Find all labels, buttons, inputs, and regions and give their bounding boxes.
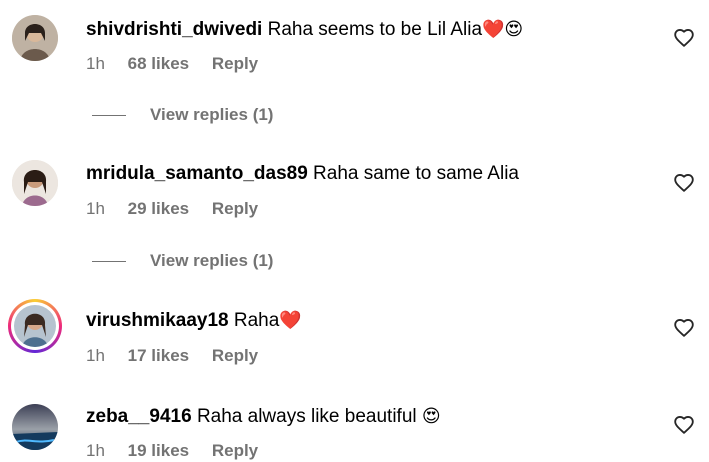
avatar-image — [12, 160, 58, 206]
avatar-with-story-ring[interactable] — [8, 299, 62, 353]
view-replies-button[interactable]: View replies (1) — [92, 250, 273, 272]
heart-outline-icon[interactable] — [673, 172, 695, 194]
comment-emoji: 😍 — [421, 406, 441, 426]
comment-time: 1h — [86, 441, 105, 460]
heart-outline-icon[interactable] — [673, 27, 695, 49]
comment-text: Raha same to same Alia — [313, 163, 519, 184]
comment-text: Raha seems to be Lil Alia — [267, 19, 483, 40]
comment-time: 1h — [86, 346, 105, 365]
comment-text: Raha always like beautiful — [196, 406, 417, 427]
comment-meta: 1h 19 likes Reply — [86, 440, 276, 462]
comment-time: 1h — [86, 54, 105, 73]
reply-button[interactable]: Reply — [212, 346, 258, 365]
replies-divider — [92, 261, 126, 263]
comment-item: shivdrishti_dwivedi Raha seems to be Lil… — [0, 0, 709, 145]
comment-meta: 1h 29 likes Reply — [86, 198, 276, 220]
view-replies-label: View replies (1) — [150, 251, 274, 270]
reply-button[interactable]: Reply — [212, 199, 258, 218]
avatar[interactable] — [12, 404, 58, 450]
comment-meta: 1h 68 likes Reply — [86, 53, 276, 75]
comment-item: virushmikaay18 Raha❤️ 1h 17 likes Reply — [0, 290, 709, 390]
comment-emoji: ❤️😍 — [482, 19, 524, 39]
view-replies-button[interactable]: View replies (1) — [92, 104, 273, 126]
reply-button[interactable]: Reply — [212, 441, 258, 460]
comment-meta: 1h 17 likes Reply — [86, 345, 276, 367]
comment-likes[interactable]: 17 likes — [128, 346, 189, 365]
replies-divider — [92, 115, 126, 117]
comment-username[interactable]: mridula_samanto_das89 — [86, 163, 308, 184]
comment-username[interactable]: shivdrishti_dwivedi — [86, 19, 262, 40]
heart-outline-icon[interactable] — [673, 414, 695, 436]
heart-outline-icon[interactable] — [673, 317, 695, 339]
avatar[interactable] — [12, 15, 58, 61]
view-replies-label: View replies (1) — [150, 105, 274, 124]
comment-username[interactable]: virushmikaay18 — [86, 310, 229, 331]
comment-likes[interactable]: 29 likes — [128, 199, 189, 218]
comment-line: virushmikaay18 Raha❤️ — [86, 308, 302, 333]
comment-line: mridula_samanto_das89 Raha same to same … — [86, 162, 519, 186]
comment-item: mridula_samanto_das89 Raha same to same … — [0, 145, 709, 290]
comment-text: Raha — [233, 310, 280, 331]
comment-line: zeba__9416 Raha always like beautiful 😍 — [86, 404, 441, 429]
comment-emoji: ❤️ — [279, 310, 302, 330]
comment-time: 1h — [86, 199, 105, 218]
comment-item: zeba__9416 Raha always like beautiful 😍 … — [0, 390, 709, 460]
reply-button[interactable]: Reply — [212, 54, 258, 73]
avatar[interactable] — [12, 160, 58, 206]
avatar-image — [12, 15, 58, 61]
avatar-image — [14, 305, 56, 347]
comment-username[interactable]: zeba__9416 — [86, 406, 192, 427]
comment-likes[interactable]: 19 likes — [128, 441, 189, 460]
comment-line: shivdrishti_dwivedi Raha seems to be Lil… — [86, 17, 523, 42]
avatar-image — [12, 404, 58, 450]
comment-likes[interactable]: 68 likes — [128, 54, 189, 73]
